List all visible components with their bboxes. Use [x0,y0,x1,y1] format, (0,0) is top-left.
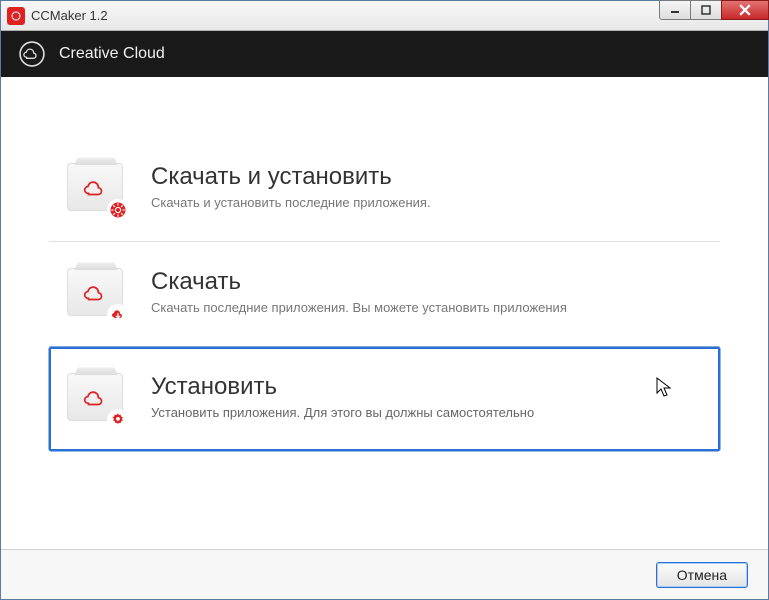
option-description: Установить приложения. Для этого вы долж… [151,405,698,422]
option-title: Установить [151,373,698,401]
app-icon [7,7,25,25]
header-title: Creative Cloud [59,45,165,63]
creative-cloud-icon [19,41,45,67]
gear-badge-icon [107,199,129,221]
window-controls [660,0,769,22]
header-bar: Creative Cloud [1,31,768,77]
box-icon [67,268,123,320]
option-title: Скачать [151,268,698,296]
option-download-install[interactable]: Скачать и установить Скачать и установит… [49,137,720,241]
gear-badge-icon [107,409,129,431]
option-list: Скачать и установить Скачать и установит… [49,137,720,451]
option-download[interactable]: Скачать Скачать последние приложения. Вы… [49,242,720,346]
option-description: Скачать последние приложения. Вы можете … [151,300,698,317]
window-title: CCMaker 1.2 [31,8,108,23]
cloud-download-badge-icon [107,304,129,326]
option-install[interactable]: Установить Установить приложения. Для эт… [49,347,720,451]
maximize-button[interactable] [690,0,722,20]
box-icon [67,163,123,215]
option-description: Скачать и установить последние приложени… [151,195,698,212]
box-icon [67,373,123,425]
content-area: Скачать и установить Скачать и установит… [1,77,768,549]
titlebar[interactable]: CCMaker 1.2 [1,1,768,31]
footer-bar: Отмена [1,549,768,599]
minimize-button[interactable] [659,0,691,20]
close-button[interactable] [721,0,769,20]
cancel-button[interactable]: Отмена [656,562,748,588]
option-title: Скачать и установить [151,163,698,191]
window-frame: CCMaker 1.2 Creative Cloud [0,0,769,600]
